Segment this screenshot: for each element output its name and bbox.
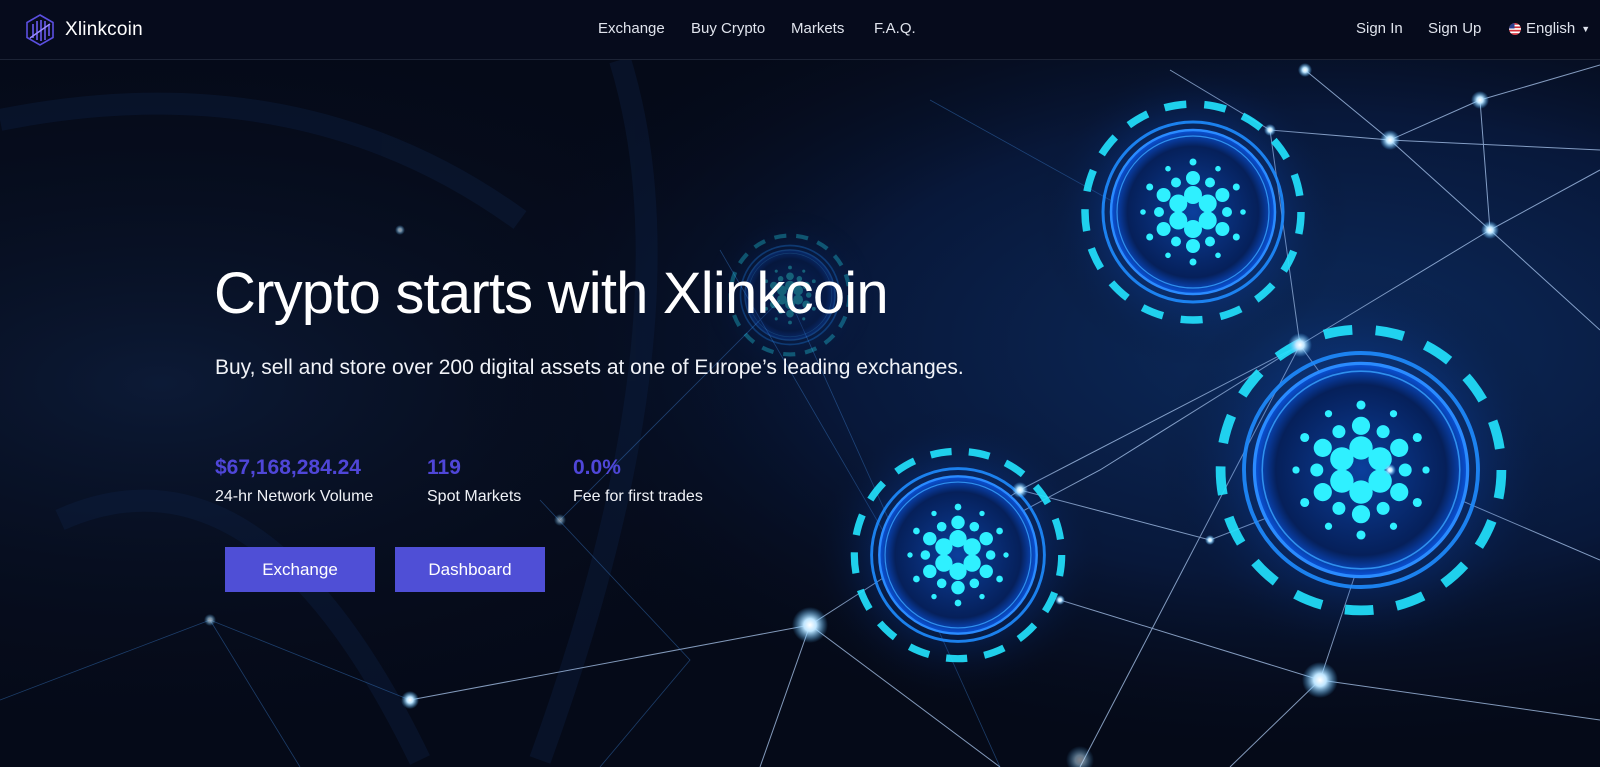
nav-markets[interactable]: Markets [791,20,844,37]
hero-subtitle: Buy, sell and store over 200 digital ass… [215,356,964,379]
language-label: English [1526,20,1576,37]
stat-spot-markets: 119 Spot Markets [427,456,521,506]
exchange-button[interactable]: Exchange [225,547,375,592]
chevron-down-icon: ▼ [1581,23,1591,34]
stat-label: 24-hr Network Volume [215,488,374,505]
xlinkcoin-logo-icon [26,14,54,46]
stat-label: Spot Markets [427,488,522,505]
language-selector[interactable]: English ▼ [1509,20,1590,37]
stat-value: 119 [427,456,461,479]
stat-value: 0.0% [573,456,621,479]
stat-label: Fee for first trades [573,488,703,505]
dashboard-button[interactable]: Dashboard [395,547,545,592]
stat-fee: 0.0% Fee for first trades [573,456,703,506]
top-navbar: Xlinkcoin Exchange Buy Crypto Markets F.… [0,0,1600,60]
stat-network-volume: $67,168,284.24 24-hr Network Volume [215,456,373,506]
stat-value: $67,168,284.24 [215,456,361,479]
brand-name: Xlinkcoin [65,19,143,40]
us-flag-icon [1509,22,1521,35]
sign-up-link[interactable]: Sign Up [1428,20,1481,37]
sign-in-link[interactable]: Sign In [1356,20,1403,37]
hero-section: Crypto starts with Xlinkcoin Buy, sell a… [0,0,1600,767]
nav-buy-crypto[interactable]: Buy Crypto [691,20,765,37]
nav-faq[interactable]: F.A.Q. [874,20,916,37]
nav-exchange[interactable]: Exchange [598,20,665,37]
hero-title: Crypto starts with Xlinkcoin [214,261,889,326]
brand[interactable]: Xlinkcoin [26,14,143,46]
